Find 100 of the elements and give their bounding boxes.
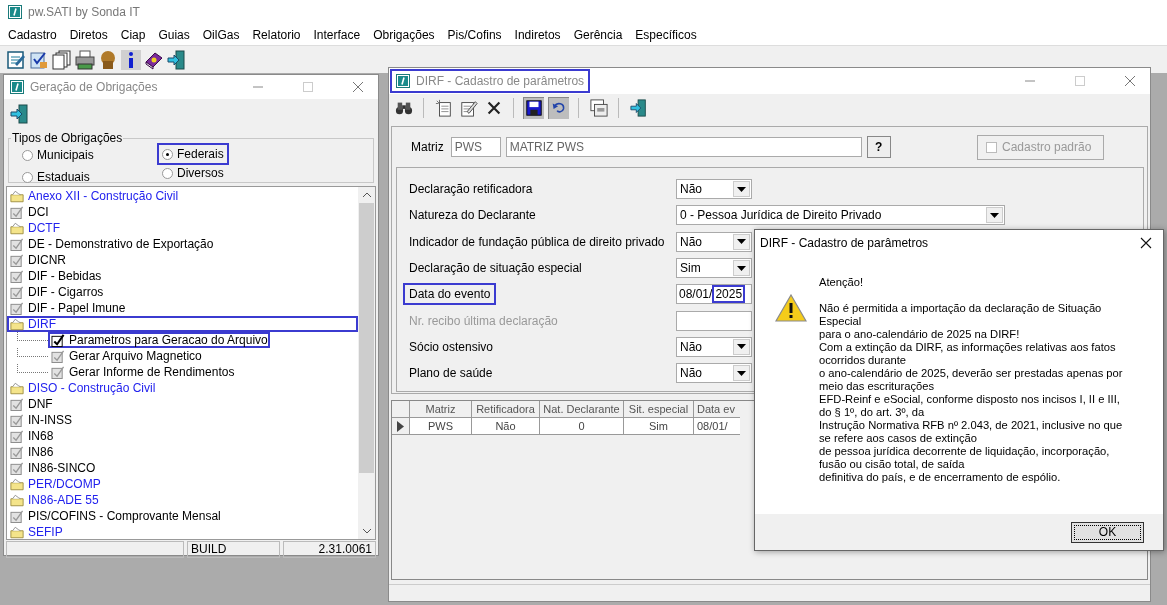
field-label: Plano de saúde [408,365,494,383]
menu-item[interactable]: Ciap [120,27,146,42]
tree-item[interactable]: DICNR [7,252,358,268]
tree-item[interactable]: IN86-SINCO [7,460,358,476]
column-header[interactable]: Sit. especial [624,401,694,418]
field-label: Data do evento [403,283,497,306]
radio-option[interactable]: Municipais [17,145,99,165]
table-cell: Sim [624,418,694,435]
save-icon[interactable] [523,97,544,119]
dropdown[interactable]: Sim [676,258,752,279]
menu-item[interactable]: Relatorio [252,27,301,42]
notepad-icon[interactable] [6,49,26,70]
menu-item[interactable]: Indiretos [514,27,561,42]
printer-icon[interactable] [75,49,95,70]
close-icon[interactable] [1140,237,1152,249]
app-logo-icon [396,74,410,88]
tree-item[interactable]: IN68 [7,428,358,444]
exit-icon[interactable] [10,104,30,124]
menu-item[interactable]: Guias [158,27,190,42]
field-label: Nr. recibo última declaração [408,312,559,330]
tree-item[interactable]: Gerar Arquivo Magnetico [48,348,204,364]
tree-item[interactable]: DIRF [7,316,358,332]
scroll-thumb[interactable] [359,203,374,473]
dropdown-arrow-icon[interactable] [990,212,999,218]
column-header[interactable]: Retificadora [472,401,540,418]
field-label: Declaração de situação especial [408,260,583,278]
report-icon[interactable] [588,97,609,119]
dropdown[interactable]: Não [676,231,752,252]
tree-item[interactable]: Parametros para Geracao do Arquivo [48,332,270,348]
scroll-up-icon[interactable] [361,192,372,198]
group-label: Tipos de Obrigações [11,131,124,145]
menu-item[interactable]: Pis/Cofins [447,27,502,42]
field-label: Indicador de fundação pública de direito privado [408,233,666,251]
tree-item[interactable]: DE - Demonstrativo de Exportação [7,236,358,252]
dropdown-arrow-icon[interactable] [737,370,746,376]
matriz-code-field[interactable]: PWS [450,137,501,157]
folder-icon [10,493,24,507]
menu-item[interactable]: Diretos [69,27,108,42]
window-title: Geração de Obrigações [30,80,158,94]
undo-icon[interactable] [548,97,569,119]
folder-icon [10,381,24,395]
tree-item[interactable]: SEFIP [7,524,358,539]
table-cell: PWS [410,418,472,435]
radio-option[interactable]: Estaduais [17,167,95,187]
tree-item[interactable]: IN86-ADE 55 [7,492,358,508]
exit-icon[interactable] [628,97,649,119]
dropdown[interactable]: Não [676,336,752,357]
folder-icon [10,477,24,491]
exit-icon[interactable] [167,49,187,70]
scroll-down-icon[interactable] [361,528,372,534]
menu-item[interactable]: Interface [313,27,361,42]
version-text: 2.31.0061 [283,541,376,558]
column-header[interactable]: Nat. Declarante [540,401,624,418]
status-text: BUILD [187,541,280,558]
tree-item[interactable]: DISO - Construção Civil [7,380,358,396]
tree-item[interactable]: IN-INSS [7,412,358,428]
folder-icon [10,189,24,203]
warning-icon [775,294,807,322]
tree-item[interactable]: DIF - Cigarros [7,284,358,300]
tree-item[interactable]: DIF - Papel Imune [7,300,358,316]
field-label: Declaração retificadora [408,181,534,199]
tree-item[interactable]: DCTF [7,220,358,236]
dropdown[interactable]: Não [676,179,752,200]
dropdown[interactable]: Não [676,363,752,384]
tree-item[interactable]: Gerar Informe de Rendimentos [48,364,237,380]
dialog-message: Não é permitida a importação da declaração de Situação Especial para o ano-calendário de 2025 na DIRF! Com a extinção da DIRF, as informações relativas aos fatos ocorridos durante o ano-calendário de 2025, deverão ser prestadas apenas por meio das escriturações EFD-Reinf e eSocial, conforme disposto nos incisos I, II e III, do § 1º, do art. 3º, da Instrução Normativa RFB nº 2.043, de 2021, inclusive no que se refere aos casos de extinção de pessoa jurídica decorrente de liquidação, incorporação, fusão ou cisão total, de saída definitiva do país, e de encerramento de espólio. [819,302,1123,484]
tree-item[interactable]: DCI [7,204,358,220]
menu-item[interactable]: OilGas [202,27,240,42]
text-field[interactable] [676,310,752,331]
scrollbar[interactable] [358,187,375,539]
tree-item[interactable]: IN86 [7,444,358,460]
tree-item[interactable]: DNF [7,396,358,412]
menu-item[interactable]: Gerência [573,27,623,42]
new-document-icon[interactable] [433,97,454,119]
tree-item[interactable]: Anexo XII - Construção Civil [7,188,358,204]
figure-icon[interactable] [98,49,118,70]
info-icon[interactable] [121,49,141,70]
dropdown-arrow-icon[interactable] [737,239,746,245]
matriz-label: Matriz [411,140,444,154]
menu-item[interactable]: Cadastro [8,27,57,42]
checklist-icon[interactable] [29,49,49,70]
date-field[interactable]: 08/01/ 2025 [676,284,752,305]
tree-item[interactable]: PIS/COFINS - Comprovante Mensal [7,508,358,524]
app-logo-icon [10,80,24,94]
column-header[interactable]: Matriz [410,401,472,418]
tree-item[interactable]: PER/DCOMP [7,476,358,492]
lookup-button[interactable]: ? [866,136,891,158]
tree-item[interactable]: DIF - Bebidas [7,268,358,284]
matriz-name-field[interactable]: MATRIZ PWS [505,137,862,157]
folder-icon [10,221,24,235]
dropdown-arrow-icon[interactable] [737,265,746,271]
menu-item[interactable]: Obrigações [373,27,435,42]
pages-icon[interactable] [52,49,72,70]
dropdown-arrow-icon[interactable] [737,344,746,350]
dropdown[interactable]: 0 - Pessoa Jurídica de Direito Privado [676,205,1005,226]
dropdown-arrow-icon[interactable] [737,186,746,192]
menu-item[interactable]: Específicos [635,27,697,42]
ok-button[interactable]: OK [1071,521,1144,543]
folder-icon [10,317,24,331]
radio-option[interactable]: Federais [157,143,229,165]
